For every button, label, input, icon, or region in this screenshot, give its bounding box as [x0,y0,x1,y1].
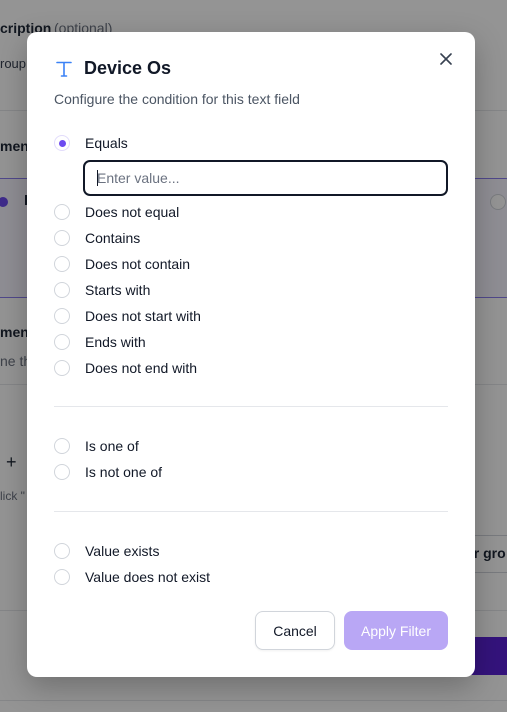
option-label: Does not end with [85,360,198,376]
option-does-not-start-with[interactable]: Does not start with [54,306,201,326]
option-equals[interactable]: Equals [54,133,128,153]
option-label: Does not equal [85,204,180,220]
radio[interactable] [54,569,70,585]
option-label: Value does not exist [85,569,211,585]
radio[interactable] [54,204,70,220]
option-label: Is one of [85,438,139,454]
option-label: Does not contain [85,256,191,272]
condition-value-input[interactable] [83,160,448,196]
radio[interactable] [54,230,70,246]
modal-subtitle: Configure the condition for this text fi… [54,91,300,107]
option-starts-with[interactable]: Starts with [54,280,150,300]
text-type-icon [56,61,72,77]
radio[interactable] [54,256,70,272]
radio[interactable] [54,308,70,324]
cancel-button[interactable]: Cancel [255,611,335,650]
option-ends-with[interactable]: Ends with [54,332,146,352]
modal-title: Device Os [84,58,172,78]
option-label: Contains [85,230,141,246]
option-value-does-not-exist[interactable]: Value does not exist [54,567,210,587]
close-button[interactable] [435,48,457,70]
option-does-not-equal[interactable]: Does not equal [54,202,179,222]
option-label: Does not start with [85,308,201,324]
option-is-not-one-of[interactable]: Is not one of [54,462,162,482]
filter-modal: Device Os Configure the condition for th… [27,32,475,677]
modal-header: Device Os [54,58,171,79]
radio[interactable] [54,282,70,298]
radio-checked[interactable] [54,135,70,151]
option-is-one-of[interactable]: Is one of [54,436,139,456]
option-label: Starts with [85,282,151,298]
radio[interactable] [54,334,70,350]
radio[interactable] [54,543,70,559]
radio[interactable] [54,464,70,480]
text-caret [97,170,98,186]
option-does-not-contain[interactable]: Does not contain [54,254,190,274]
option-label: Equals [85,135,128,151]
radio[interactable] [54,438,70,454]
option-label: Is not one of [85,464,163,480]
option-label: Value exists [85,543,160,559]
section-divider [54,511,448,512]
apply-filter-button[interactable]: Apply Filter [344,611,448,650]
option-contains[interactable]: Contains [54,228,140,248]
option-label: Ends with [85,334,146,350]
close-icon [440,53,452,65]
option-does-not-end-with[interactable]: Does not end with [54,358,197,378]
section-divider [54,406,448,407]
option-value-exists[interactable]: Value exists [54,541,159,561]
radio[interactable] [54,360,70,376]
